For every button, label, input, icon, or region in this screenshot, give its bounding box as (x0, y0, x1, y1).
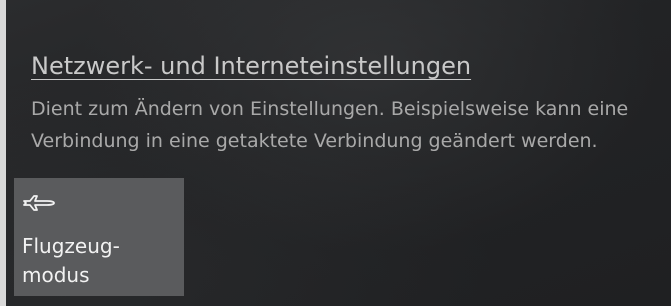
airplane-mode-tile[interactable]: Flugzeug- modus (14, 178, 184, 296)
left-edge (0, 0, 6, 306)
airplane-mode-label-line: Flugzeug- (22, 234, 120, 258)
airplane-mode-label-line: modus (22, 263, 90, 287)
description-line: Dient zum Ändern von Einstellungen. Beis… (31, 98, 629, 120)
network-settings-description: Dient zum Ändern von Einstellungen. Beis… (31, 93, 671, 157)
airplane-mode-label: Flugzeug- modus (22, 232, 120, 290)
network-settings-link[interactable]: Netzwerk- und Interneteinstellungen (31, 52, 471, 80)
airplane-icon (21, 185, 57, 221)
description-line: Verbindung in eine getaktete Verbindung … (31, 130, 598, 152)
network-flyout: Netzwerk- und Interneteinstellungen Dien… (0, 0, 671, 306)
